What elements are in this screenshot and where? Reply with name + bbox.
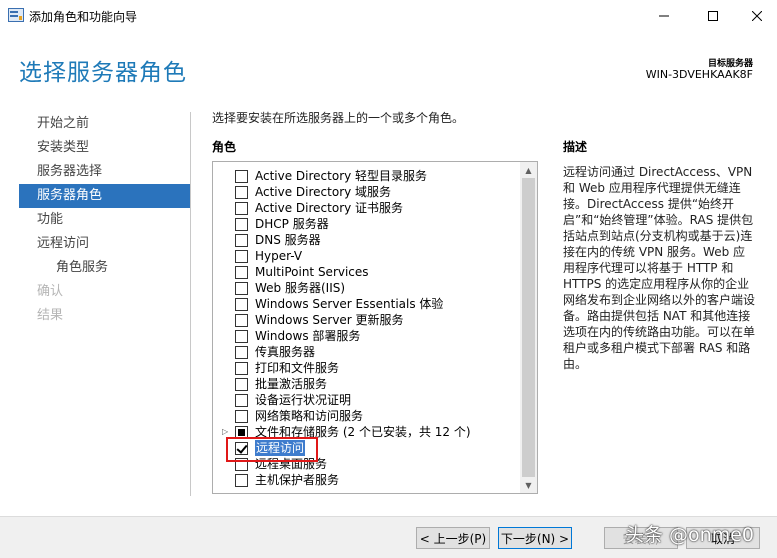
role-label: Windows Server 更新服务 bbox=[255, 313, 404, 327]
role-checkbox[interactable] bbox=[235, 250, 248, 263]
roles-scrollbar[interactable]: ▲ ▼ bbox=[520, 162, 537, 493]
role-item-hyper-v[interactable]: Hyper-V bbox=[213, 248, 521, 264]
role-item-wds[interactable]: Windows 部署服务 bbox=[213, 328, 521, 344]
page-title: 选择服务器角色 bbox=[19, 60, 187, 86]
description-header: 描述 bbox=[563, 140, 588, 154]
role-checkbox[interactable] bbox=[235, 346, 248, 359]
nav-item-installation-type[interactable]: 安装类型 bbox=[19, 136, 190, 160]
role-checkbox[interactable] bbox=[235, 266, 248, 279]
role-label: 设备运行状况证明 bbox=[255, 393, 352, 407]
role-checkbox[interactable] bbox=[235, 282, 248, 295]
close-icon bbox=[752, 10, 762, 21]
role-checkbox[interactable] bbox=[235, 378, 248, 391]
role-label: Active Directory 轻型目录服务 bbox=[255, 169, 428, 183]
role-item-multipoint[interactable]: MultiPoint Services bbox=[213, 264, 521, 280]
nav-item-role-services[interactable]: 角色服务 bbox=[19, 256, 190, 280]
role-item-ad-lds[interactable]: Active Directory 轻型目录服务 bbox=[213, 168, 521, 184]
role-label: 传真服务器 bbox=[255, 345, 316, 359]
next-button[interactable]: 下一步(N) > bbox=[498, 527, 572, 549]
target-server-name: WIN-3DVEHKAAK8F bbox=[645, 68, 753, 81]
title-bar: 添加角色和功能向导 bbox=[0, 0, 777, 31]
role-item-dns[interactable]: DNS 服务器 bbox=[213, 232, 521, 248]
role-label: 主机保护者服务 bbox=[255, 473, 340, 487]
nav-item-remote-access[interactable]: 远程访问 bbox=[19, 232, 190, 256]
role-checkbox[interactable] bbox=[235, 170, 248, 183]
close-button[interactable] bbox=[734, 0, 777, 31]
role-checkbox[interactable] bbox=[235, 314, 248, 327]
role-label: 网络策略和访问服务 bbox=[255, 409, 364, 423]
role-label: Web 服务器(IIS) bbox=[255, 281, 346, 295]
wizard-nav: 开始之前 安装类型 服务器选择 服务器角色 功能 远程访问 角色服务 确认 结果 bbox=[19, 112, 190, 328]
role-label: Active Directory 域服务 bbox=[255, 185, 392, 199]
window-title: 添加角色和功能向导 bbox=[29, 10, 138, 24]
description-text: 远程访问通过 DirectAccess、VPN 和 Web 应用程序代理提供无缝… bbox=[563, 165, 756, 371]
role-item-npas[interactable]: 网络策略和访问服务 bbox=[213, 408, 521, 424]
role-label: 打印和文件服务 bbox=[255, 361, 340, 375]
role-item-ad-ds[interactable]: Active Directory 域服务 bbox=[213, 184, 521, 200]
nav-item-server-roles[interactable]: 服务器角色 bbox=[19, 184, 190, 208]
maximize-button[interactable] bbox=[690, 0, 736, 31]
scroll-up-icon[interactable]: ▲ bbox=[520, 162, 537, 178]
annotation-highlight-box bbox=[226, 437, 318, 462]
nav-item-results: 结果 bbox=[37, 308, 64, 323]
scroll-down-icon[interactable]: ▼ bbox=[520, 477, 537, 493]
role-label: MultiPoint Services bbox=[255, 265, 369, 279]
role-item-wsus[interactable]: Windows Server 更新服务 bbox=[213, 312, 521, 328]
role-item-dhcp[interactable]: DHCP 服务器 bbox=[213, 216, 521, 232]
role-item-health-attestation[interactable]: 设备运行状况证明 bbox=[213, 392, 521, 408]
role-label: Windows Server Essentials 体验 bbox=[255, 297, 444, 311]
role-item-hgs[interactable]: 主机保护者服务 bbox=[213, 472, 521, 488]
role-item-ad-cs[interactable]: Active Directory 证书服务 bbox=[213, 200, 521, 216]
role-item-iis[interactable]: Web 服务器(IIS) bbox=[213, 280, 521, 296]
nav-item-before-you-begin[interactable]: 开始之前 bbox=[19, 112, 190, 136]
previous-button[interactable]: < 上一步(P) bbox=[416, 527, 490, 549]
role-label: DHCP 服务器 bbox=[255, 217, 329, 231]
role-checkbox[interactable] bbox=[235, 298, 248, 311]
scroll-thumb[interactable] bbox=[522, 178, 535, 477]
role-checkbox[interactable] bbox=[235, 330, 248, 343]
role-checkbox[interactable] bbox=[235, 202, 248, 215]
maximize-icon bbox=[708, 10, 718, 21]
roles-header: 角色 bbox=[212, 140, 237, 154]
role-label: 批量激活服务 bbox=[255, 377, 328, 391]
role-checkbox[interactable] bbox=[235, 474, 248, 487]
minimize-icon bbox=[659, 15, 669, 16]
role-checkbox[interactable] bbox=[235, 186, 248, 199]
watermark: 头条 @onme0 bbox=[625, 524, 754, 546]
role-label: Windows 部署服务 bbox=[255, 329, 361, 343]
role-label: Hyper-V bbox=[255, 249, 303, 263]
role-checkbox[interactable] bbox=[235, 234, 248, 247]
instruction-text: 选择要安装在所选服务器上的一个或多个角色。 bbox=[212, 111, 465, 125]
nav-item-server-selection[interactable]: 服务器选择 bbox=[19, 160, 190, 184]
nav-item-features[interactable]: 功能 bbox=[19, 208, 190, 232]
nav-divider bbox=[190, 112, 191, 496]
role-checkbox[interactable] bbox=[235, 218, 248, 231]
role-label: DNS 服务器 bbox=[255, 233, 321, 247]
minimize-button[interactable] bbox=[641, 0, 687, 31]
role-item-print-file[interactable]: 打印和文件服务 bbox=[213, 360, 521, 376]
role-label: Active Directory 证书服务 bbox=[255, 201, 404, 215]
role-checkbox[interactable] bbox=[235, 362, 248, 375]
role-item-essentials[interactable]: Windows Server Essentials 体验 bbox=[213, 296, 521, 312]
role-checkbox[interactable] bbox=[235, 394, 248, 407]
role-item-fax[interactable]: 传真服务器 bbox=[213, 344, 521, 360]
server-manager-icon bbox=[8, 8, 24, 22]
nav-item-confirmation: 确认 bbox=[37, 284, 64, 299]
role-item-volume-activation[interactable]: 批量激活服务 bbox=[213, 376, 521, 392]
role-checkbox[interactable] bbox=[235, 410, 248, 423]
